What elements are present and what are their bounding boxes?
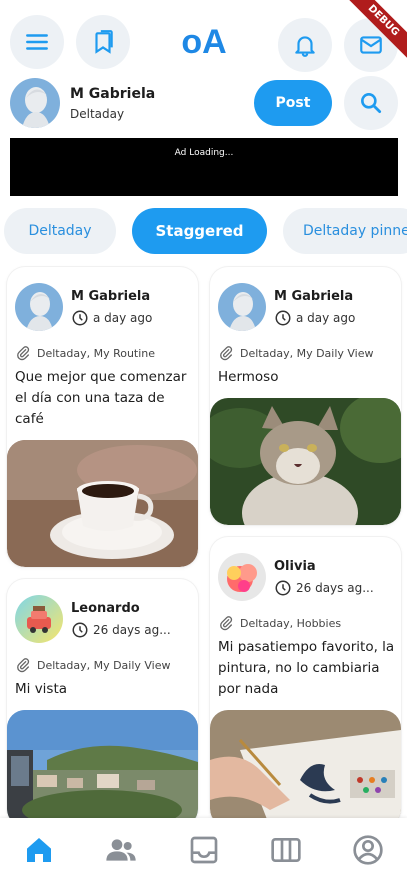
post-author: M Gabriela (274, 289, 354, 304)
post-time: 26 days ag... (71, 621, 171, 639)
cat-image-icon (210, 398, 401, 525)
post-text: Que mejor que comenzar el día con una ta… (15, 369, 187, 427)
post-time: a day ago (71, 309, 152, 327)
paperclip-icon (17, 658, 30, 673)
avatar[interactable] (15, 595, 63, 643)
post-text: Mi vista (15, 681, 68, 697)
profile-name: M Gabriela (70, 86, 156, 102)
post-time-label: a day ago (296, 311, 356, 325)
post-tags-label: Deltaday, My Daily View (37, 658, 171, 672)
post-tags[interactable]: Deltaday, My Routine (15, 345, 155, 361)
notifications-button[interactable] (278, 18, 332, 72)
post-tags-label: Deltaday, My Daily View (240, 346, 374, 360)
search-button[interactable] (344, 76, 398, 130)
nav-home[interactable] (21, 832, 57, 868)
nav-people[interactable] (103, 832, 139, 868)
post-button[interactable]: Post (254, 80, 332, 126)
coffee-cup-image-icon (7, 440, 198, 567)
post-time: a day ago (274, 309, 355, 327)
bookmarks-icon (95, 30, 113, 54)
app-logo: oA (181, 23, 227, 61)
post-card[interactable]: Olivia 26 days ag... Deltaday, Hobbies M… (210, 537, 401, 827)
nav-inbox[interactable] (186, 832, 222, 868)
paperclip-icon (17, 346, 30, 361)
post-text: Mi pasatiempo favorito, la pintura, no l… (218, 639, 395, 697)
bell-icon (295, 36, 315, 57)
app-screen: oA DEBUG M Gabriela Deltaday Post Ad Loa… (0, 0, 407, 879)
avatar[interactable] (15, 283, 63, 331)
columns-icon (271, 838, 301, 862)
clock-icon (275, 580, 291, 596)
post-tags-label: Deltaday, My Routine (37, 346, 156, 360)
bottom-navigation (0, 818, 407, 879)
paint-splash-avatar-icon (218, 553, 266, 601)
nav-account[interactable] (350, 832, 386, 868)
nav-columns[interactable] (268, 832, 304, 868)
post-time-label: 26 days ag... (296, 581, 374, 595)
menu-icon (26, 34, 48, 50)
statue-avatar-icon (218, 283, 266, 331)
post-text: Hermoso (218, 369, 279, 385)
post-time-label: 26 days ag... (93, 623, 171, 637)
search-icon (361, 93, 382, 114)
profile-subtitle: Deltaday (70, 107, 125, 121)
home-icon (27, 838, 51, 862)
clock-icon (72, 622, 88, 638)
post-image-cat[interactable] (210, 398, 401, 525)
avatar[interactable] (218, 283, 266, 331)
post-tags[interactable]: Deltaday, Hobbies (218, 615, 341, 631)
post-card[interactable]: M Gabriela a day ago Deltaday, My Daily … (210, 267, 401, 525)
painting-image-icon (210, 710, 401, 827)
post-author: M Gabriela (71, 289, 151, 304)
post-author: Leonardo (71, 601, 140, 616)
avatar[interactable] (10, 78, 60, 128)
people-icon (106, 839, 136, 861)
post-time-label: a day ago (93, 311, 153, 325)
paperclip-icon (220, 616, 233, 631)
post-image-painting[interactable] (210, 710, 401, 827)
post-tags[interactable]: Deltaday, My Daily View (15, 657, 171, 673)
avatar[interactable] (218, 553, 266, 601)
clock-icon (72, 310, 88, 326)
tab-deltaday[interactable]: Deltaday (4, 208, 116, 254)
statue-avatar-icon (10, 78, 60, 128)
post-image-town-view[interactable] (7, 710, 198, 827)
clock-icon (275, 310, 291, 326)
post-time: 26 days ag... (274, 579, 374, 597)
post-tags[interactable]: Deltaday, My Daily View (218, 345, 374, 361)
paperclip-icon (220, 346, 233, 361)
post-tags-label: Deltaday, Hobbies (240, 616, 342, 630)
mail-icon (360, 36, 382, 54)
ad-banner[interactable]: Ad Loading... (10, 138, 398, 196)
bookmarks-button[interactable] (76, 15, 130, 69)
post-card[interactable]: M Gabriela a day ago Deltaday, My Routin… (7, 267, 198, 567)
statue-avatar-icon (15, 283, 63, 331)
post-card[interactable]: Leonardo 26 days ag... Deltaday, My Dail… (7, 579, 198, 827)
tab-staggered[interactable]: Staggered (132, 208, 267, 254)
account-icon (353, 835, 383, 865)
tab-deltaday-pinned[interactable]: Deltaday pinned (283, 208, 407, 254)
inbox-icon (190, 836, 218, 864)
menu-button[interactable] (10, 15, 64, 69)
post-author: Olivia (274, 559, 316, 574)
ad-loading-text: Ad Loading... (174, 148, 234, 158)
car-avatar-icon (15, 595, 63, 643)
post-image-coffee[interactable] (7, 440, 198, 567)
town-view-image-icon (7, 710, 198, 827)
